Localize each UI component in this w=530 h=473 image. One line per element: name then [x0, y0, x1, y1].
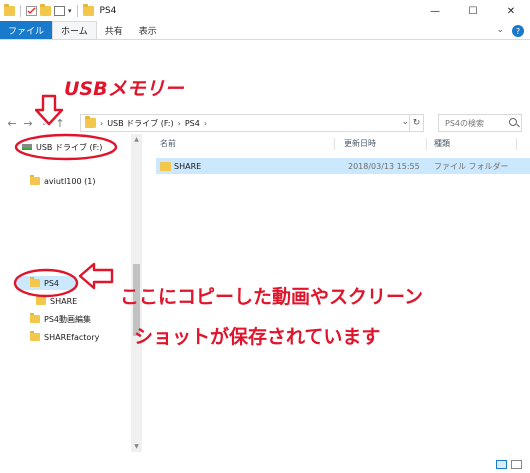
window-controls: — ☐ ✕ [416, 0, 530, 22]
tab-home[interactable]: ホーム [52, 21, 97, 39]
refresh-icon[interactable]: ↻ [409, 115, 423, 131]
file-date: 2018/03/13 15:55 [348, 161, 420, 171]
up-arrow-icon[interactable]: ↑ [52, 114, 68, 132]
address-bar[interactable]: › USB ドライブ (F:) › PS4 › ⌄ ↻ [80, 114, 424, 132]
annotation-note-line2: ショットが保存されています [134, 326, 381, 348]
folder-icon [30, 175, 40, 185]
minimize-button[interactable]: — [416, 0, 454, 22]
large-icons-view-icon[interactable] [511, 460, 522, 469]
address-row: ← → ⌄ ↑ › USB ドライブ (F:) › PS4 › ⌄ ↻ [0, 112, 530, 134]
annotation-usb-label: USBメモリー [64, 78, 184, 100]
column-divider[interactable] [516, 138, 517, 150]
column-divider[interactable] [426, 138, 427, 150]
folder-icon [30, 277, 40, 287]
nav-item-label: USB ドライブ (F:) [36, 142, 103, 152]
ribbon-tabs: ファイル ホーム 共有 表示 ⌄ ? [0, 21, 530, 40]
nav-item-label: SHAREfactory [44, 332, 100, 342]
close-button[interactable]: ✕ [492, 0, 530, 22]
customize-quick-access-icon[interactable]: ▾ [68, 7, 72, 15]
tab-view[interactable]: 表示 [131, 21, 165, 39]
recent-locations-icon[interactable]: ⌄ [36, 114, 52, 132]
back-arrow-icon[interactable]: ← [4, 114, 20, 132]
column-divider[interactable] [334, 138, 335, 150]
search-box[interactable] [438, 114, 522, 132]
nav-item-label: aviutl100 (1) [44, 176, 96, 186]
quick-access-toolbar: ▾ [0, 4, 94, 17]
status-bar [0, 456, 530, 473]
help-icon[interactable]: ? [512, 25, 524, 37]
properties-icon[interactable] [26, 6, 37, 16]
new-folder-icon[interactable] [40, 4, 51, 16]
nav-item-label: PS4 [44, 278, 59, 288]
usb-drive-icon [22, 144, 32, 150]
nav-item-share[interactable]: SHARE [36, 294, 77, 308]
file-row[interactable]: SHARE 2018/03/13 15:55 ファイル フォルダー [156, 158, 530, 174]
nav-item-usb-drive[interactable]: USB ドライブ (F:) [22, 140, 102, 154]
address-dropdown-icon[interactable]: ⌄ [401, 117, 409, 127]
folder-icon [36, 295, 46, 305]
nav-item-ps4-edit[interactable]: PS4動画編集 [30, 312, 91, 326]
ribbon-right-controls: ⌄ ? [496, 25, 524, 37]
rename-icon[interactable] [54, 6, 65, 16]
nav-item-sharefactory[interactable]: SHAREfactory [30, 330, 99, 344]
breadcrumb-separator[interactable]: › [178, 119, 181, 128]
view-toggle-group [496, 460, 522, 469]
maximize-button[interactable]: ☐ [454, 0, 492, 22]
folder-icon[interactable] [4, 4, 15, 16]
search-icon[interactable] [509, 118, 517, 126]
folder-icon [160, 161, 171, 171]
folder-icon [30, 331, 40, 341]
breadcrumb-usb-drive[interactable]: USB ドライブ (F:) [107, 118, 173, 129]
breadcrumb-separator[interactable]: › [100, 119, 103, 128]
column-header-name[interactable]: 名前 [160, 138, 176, 149]
divider [20, 5, 21, 17]
expand-ribbon-icon[interactable]: ⌄ [496, 25, 504, 37]
nav-item-label: PS4動画編集 [44, 314, 91, 324]
tab-share[interactable]: 共有 [97, 21, 131, 39]
nav-item-ps4[interactable]: PS4 [16, 276, 76, 290]
file-name: SHARE [174, 161, 202, 171]
column-header-type[interactable]: 種類 [434, 138, 450, 149]
file-type: ファイル フォルダー [434, 161, 509, 171]
scroll-down-icon[interactable]: ▼ [132, 443, 141, 450]
window-folder-icon [82, 4, 94, 16]
nav-item-aviutl[interactable]: aviutl100 (1) [30, 174, 95, 188]
window-title: PS4 [99, 6, 117, 16]
annotation-note-line1: ここにコピーした動画やスクリーン [120, 286, 424, 308]
breadcrumb-separator[interactable]: › [204, 119, 207, 128]
details-view-icon[interactable] [496, 460, 507, 469]
breadcrumb-ps4[interactable]: PS4 [185, 119, 200, 128]
folder-icon [85, 116, 96, 128]
tab-file[interactable]: ファイル [0, 21, 53, 39]
search-input[interactable] [445, 118, 505, 128]
folder-icon [30, 313, 40, 323]
forward-arrow-icon[interactable]: → [20, 114, 36, 132]
column-header-date[interactable]: 更新日時 [344, 138, 376, 149]
scroll-up-icon[interactable]: ▲ [132, 136, 141, 143]
nav-item-label: SHARE [50, 296, 78, 306]
divider [76, 5, 78, 17]
title-bar: ▾ PS4 — ☐ ✕ [0, 0, 530, 22]
